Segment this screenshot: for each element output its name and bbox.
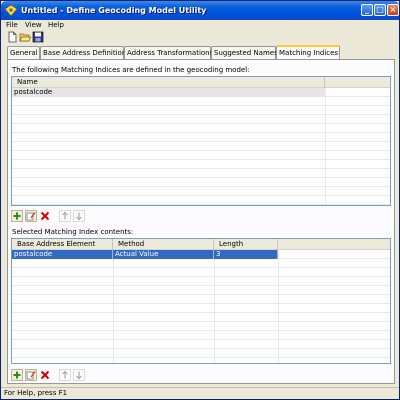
- tab-strip: General Base Address Definition Address …: [7, 45, 395, 60]
- menu-file[interactable]: File: [4, 20, 20, 30]
- table-row[interactable]: postalcode Actual Value 3: [12, 250, 278, 259]
- column-header-base-address-element[interactable]: Base Address Element: [12, 239, 113, 250]
- grid-divider: [113, 250, 114, 363]
- column-header-name[interactable]: Name: [12, 77, 325, 88]
- tab-address-transformations[interactable]: Address Transformations: [124, 46, 213, 59]
- minimize-button[interactable]: _: [361, 4, 373, 16]
- title-bar[interactable]: Untitled - Define Geocoding Model Utilit…: [1, 1, 399, 20]
- indices-row-toolbar: [11, 210, 101, 222]
- window-title: Untitled - Define Geocoding Model Utilit…: [21, 6, 207, 15]
- status-bar: For Help, press F1: [1, 387, 399, 399]
- cell-base-address-element: postalcode: [12, 250, 113, 259]
- grid-divider: [325, 88, 326, 205]
- matching-indices-panel: The following Matching Indices are defin…: [7, 59, 395, 384]
- app-window: Untitled - Define Geocoding Model Utilit…: [0, 0, 400, 400]
- index-contents-label: Selected Matching Index contents:: [12, 228, 134, 236]
- cell-name: postalcode: [14, 88, 53, 96]
- cell-length: 3: [214, 250, 278, 259]
- grid-divider: [278, 250, 279, 363]
- delete-icon[interactable]: [39, 369, 51, 381]
- new-document-icon[interactable]: [6, 31, 18, 43]
- tab-general[interactable]: General: [7, 46, 40, 59]
- grid-body: postalcode: [12, 88, 390, 205]
- menu-bar: File View Help: [1, 20, 399, 30]
- grid-header: Name: [12, 77, 390, 88]
- grid-header: Base Address Element Method Length: [12, 239, 390, 250]
- grid-divider: [214, 250, 215, 363]
- add-icon[interactable]: [11, 210, 23, 222]
- contents-row-toolbar: [11, 369, 101, 381]
- cell-method: Actual Value: [113, 250, 214, 259]
- grid-body: postalcode Actual Value 3: [12, 250, 390, 363]
- tab-base-address-definition[interactable]: Base Address Definition: [40, 46, 126, 59]
- tab-suggested-names[interactable]: Suggested Names: [211, 46, 278, 59]
- matching-indices-grid[interactable]: Name postalcode: [11, 76, 391, 206]
- close-button[interactable]: ×: [387, 4, 399, 16]
- move-down-icon[interactable]: [73, 210, 85, 222]
- open-folder-icon[interactable]: [19, 31, 31, 43]
- edit-icon[interactable]: [25, 369, 37, 381]
- tab-matching-indices[interactable]: Matching Indices: [276, 45, 340, 60]
- matching-indices-label: The following Matching Indices are defin…: [12, 66, 250, 74]
- app-logo-icon: [5, 5, 17, 16]
- menu-view[interactable]: View: [23, 20, 44, 30]
- save-disk-icon[interactable]: [32, 31, 44, 43]
- delete-icon[interactable]: [39, 210, 51, 222]
- menu-help[interactable]: Help: [46, 20, 66, 30]
- column-header-method[interactable]: Method: [113, 239, 214, 250]
- move-down-icon[interactable]: [73, 369, 85, 381]
- column-header-length[interactable]: Length: [214, 239, 278, 250]
- edit-icon[interactable]: [25, 210, 37, 222]
- move-up-icon[interactable]: [59, 369, 71, 381]
- table-row[interactable]: postalcode: [12, 88, 325, 97]
- main-toolbar: [3, 31, 53, 43]
- index-contents-grid[interactable]: Base Address Element Method Length posta…: [11, 238, 391, 364]
- move-up-icon[interactable]: [59, 210, 71, 222]
- maximize-button[interactable]: □: [374, 4, 386, 16]
- add-icon[interactable]: [11, 369, 23, 381]
